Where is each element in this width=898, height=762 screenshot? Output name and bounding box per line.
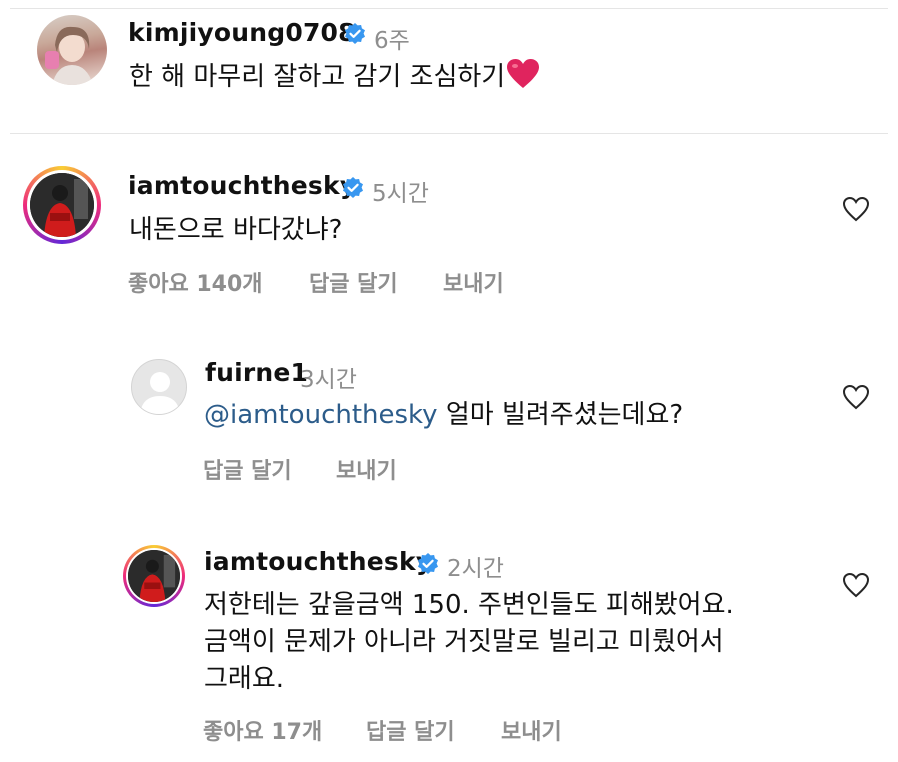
avatar-fuirne1[interactable] [131,359,187,415]
send-button[interactable]: 보내기 [501,714,562,746]
mention-link[interactable]: @iamtouchthesky [204,400,438,430]
reply-button[interactable]: 답글 달기 [366,714,455,746]
comment-body: 얼마 빌려주셨는데요? [437,400,684,430]
likes-count[interactable]: 좋아요 140개 [128,266,263,298]
default-avatar-icon [140,372,180,414]
heart-outline-icon[interactable] [842,196,870,222]
comment-text: 한 해 마무리 잘하고 감기 조심하기 [129,57,540,97]
comment-body: 한 해 마무리 잘하고 감기 조심하기 [129,62,506,92]
comment-text: 내돈으로 바다갔냐? [129,215,343,245]
username[interactable]: iamtouchthesky [204,547,432,576]
username[interactable]: fuirne1 [205,358,308,387]
avatar-person-pic [128,550,180,602]
timestamp: 5시간 [372,181,429,207]
timestamp: 3시간 [300,367,357,393]
timestamp: 6주 [374,28,410,54]
username[interactable]: kimjiyoung0708 [128,18,356,47]
verified-badge-icon [343,177,363,198]
avatar-iamtouchthesky[interactable] [123,545,185,607]
send-button[interactable]: 보내기 [443,266,504,298]
comment-text-line-3: 그래요. [204,664,285,694]
section-divider [10,133,888,134]
verified-badge-icon [345,23,365,44]
red-heart-emoji [507,59,540,88]
heart-outline-icon[interactable] [842,384,870,410]
send-button[interactable]: 보내기 [336,453,397,485]
comment-text-line-2: 금액이 문제가 아니라 거짓말로 빌리고 미뤘어서 [204,627,724,657]
heart-outline-icon[interactable] [842,572,870,598]
timestamp: 2시간 [447,556,504,582]
avatar-kimjiyoung-pic [45,26,93,85]
likes-count[interactable]: 좋아요 17개 [203,714,322,746]
top-divider [10,8,888,9]
avatar-person-pic [30,173,94,237]
comment-text-line-1: 저한테는 갚을금액 150. 주변인들도 피해봤어요. [204,590,734,620]
avatar-kimjiyoung[interactable] [37,15,107,85]
reply-button[interactable]: 답글 달기 [309,266,398,298]
reply-button[interactable]: 답글 달기 [203,453,292,485]
avatar-iamtouchthesky[interactable] [23,166,101,244]
comment-text: @iamtouchthesky 얼마 빌려주셨는데요? [204,395,683,435]
verified-badge-icon [418,553,438,574]
username[interactable]: iamtouchthesky [128,171,356,200]
